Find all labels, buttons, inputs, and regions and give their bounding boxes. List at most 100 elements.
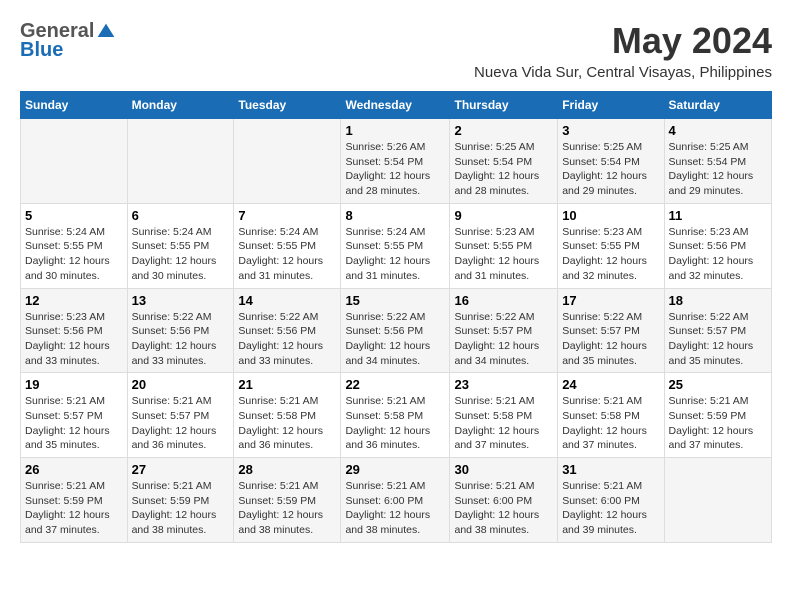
calendar-cell: 12 Sunrise: 5:23 AMSunset: 5:56 PMDayligh… [21, 288, 128, 373]
calendar-cell: 27Sunrise: 5:21 AMSunset: 5:59 PMDayligh… [127, 458, 234, 543]
day-info: Sunrise: 5:21 AMSunset: 5:59 PMDaylight:… [238, 479, 336, 538]
day-number: 11 [669, 208, 767, 223]
calendar-cell: 30 Sunrise: 5:21 AMSunset: 6:00 PMDayligh… [450, 458, 558, 543]
calendar-cell: 5Sunrise: 5:24 AMSunset: 5:55 PMDaylight… [21, 203, 128, 288]
day-info: Sunrise: 5:21 AMSunset: 5:58 PMDaylight:… [238, 394, 336, 453]
calendar-cell: 22 Sunrise: 5:21 AMSunset: 5:58 PMDayligh… [341, 373, 450, 458]
day-number: 1 [345, 123, 445, 138]
calendar-cell: 23Sunrise: 5:21 AMSunset: 5:58 PMDayligh… [450, 373, 558, 458]
day-number: 2 [454, 123, 553, 138]
day-number: 29 [345, 462, 445, 477]
calendar-week-row: 1 Sunrise: 5:26 AMSunset: 5:54 PMDaylight… [21, 119, 772, 204]
day-number: 9 [454, 208, 553, 223]
day-info: Sunrise: 5:22 AMSunset: 5:57 PMDaylight:… [669, 310, 767, 369]
logo-blue: Blue [20, 39, 63, 62]
day-info: Sunrise: 5:21 AMSunset: 6:00 PMDaylight:… [562, 479, 659, 538]
day-info: Sunrise: 5:24 AMSunset: 5:55 PMDaylight:… [345, 225, 445, 284]
calendar-cell: 24Sunrise: 5:21 AMSunset: 5:58 PMDayligh… [558, 373, 664, 458]
calendar-cell: 16 Sunrise: 5:22 AMSunset: 5:57 PMDayligh… [450, 288, 558, 373]
day-info: Sunrise: 5:21 AMSunset: 5:59 PMDaylight:… [669, 394, 767, 453]
calendar-cell [127, 119, 234, 204]
day-number: 14 [238, 293, 336, 308]
day-info: Sunrise: 5:24 AMSunset: 5:55 PMDaylight:… [132, 225, 230, 284]
weekday-header-sunday: Sunday [21, 92, 128, 119]
calendar-cell: 1 Sunrise: 5:26 AMSunset: 5:54 PMDaylight… [341, 119, 450, 204]
day-number: 15 [345, 293, 445, 308]
calendar-cell: 19 Sunrise: 5:21 AMSunset: 5:57 PMDayligh… [21, 373, 128, 458]
day-info: Sunrise: 5:21 AMSunset: 5:58 PMDaylight:… [345, 394, 445, 453]
day-number: 13 [132, 293, 230, 308]
calendar-cell: 7 Sunrise: 5:24 AMSunset: 5:55 PMDaylight… [234, 203, 341, 288]
calendar-cell: 31 Sunrise: 5:21 AMSunset: 6:00 PMDayligh… [558, 458, 664, 543]
calendar-cell: 8 Sunrise: 5:24 AMSunset: 5:55 PMDaylight… [341, 203, 450, 288]
weekday-header-tuesday: Tuesday [234, 92, 341, 119]
calendar-cell: 3 Sunrise: 5:25 AMSunset: 5:54 PMDaylight… [558, 119, 664, 204]
day-info: Sunrise: 5:23 AMSunset: 5:56 PMDaylight:… [25, 310, 123, 369]
day-info: Sunrise: 5:25 AMSunset: 5:54 PMDaylight:… [669, 140, 767, 199]
day-number: 22 [345, 377, 445, 392]
day-info: Sunrise: 5:22 AMSunset: 5:56 PMDaylight:… [345, 310, 445, 369]
day-info: Sunrise: 5:21 AMSunset: 5:58 PMDaylight:… [562, 394, 659, 453]
day-info: Sunrise: 5:23 AMSunset: 5:56 PMDaylight:… [669, 225, 767, 284]
day-number: 7 [238, 208, 336, 223]
day-number: 30 [454, 462, 553, 477]
calendar-week-row: 12 Sunrise: 5:23 AMSunset: 5:56 PMDayligh… [21, 288, 772, 373]
calendar-week-row: 5 Sunrise: 5:24 AMSunset: 5:55 PMDaylight… [21, 203, 772, 288]
day-info: Sunrise: 5:21 AMSunset: 5:58 PMDaylight:… [454, 394, 553, 453]
day-number: 19 [25, 377, 123, 392]
calendar-cell [21, 119, 128, 204]
calendar-cell: 6Sunrise: 5:24 AMSunset: 5:55 PMDaylight… [127, 203, 234, 288]
title-section: May 2024 Nueva Vida Sur, Central Visayas… [474, 20, 772, 81]
day-info: Sunrise: 5:21 AMSunset: 6:00 PMDaylight:… [345, 479, 445, 538]
day-info: Sunrise: 5:21 AMSunset: 5:57 PMDaylight:… [25, 394, 123, 453]
day-info: Sunrise: 5:23 AMSunset: 5:55 PMDaylight:… [454, 225, 553, 284]
day-number: 8 [345, 208, 445, 223]
calendar-cell: 11 Sunrise: 5:23 AMSunset: 5:56 PMDayligh… [664, 203, 771, 288]
day-number: 3 [562, 123, 659, 138]
day-info: Sunrise: 5:26 AMSunset: 5:54 PMDaylight:… [345, 140, 445, 199]
day-info: Sunrise: 5:25 AMSunset: 5:54 PMDaylight:… [454, 140, 553, 199]
calendar-table: SundayMondayTuesdayWednesdayThursdayFrid… [20, 91, 772, 543]
day-number: 4 [669, 123, 767, 138]
calendar-cell: 28Sunrise: 5:21 AMSunset: 5:59 PMDayligh… [234, 458, 341, 543]
weekday-header-wednesday: Wednesday [341, 92, 450, 119]
day-number: 17 [562, 293, 659, 308]
day-number: 31 [562, 462, 659, 477]
calendar-cell: 18 Sunrise: 5:22 AMSunset: 5:57 PMDayligh… [664, 288, 771, 373]
calendar-cell: 10Sunrise: 5:23 AMSunset: 5:55 PMDayligh… [558, 203, 664, 288]
day-info: Sunrise: 5:25 AMSunset: 5:54 PMDaylight:… [562, 140, 659, 199]
calendar-cell: 9 Sunrise: 5:23 AMSunset: 5:55 PMDaylight… [450, 203, 558, 288]
weekday-header-saturday: Saturday [664, 92, 771, 119]
day-info: Sunrise: 5:22 AMSunset: 5:56 PMDaylight:… [238, 310, 336, 369]
calendar-cell: 17Sunrise: 5:22 AMSunset: 5:57 PMDayligh… [558, 288, 664, 373]
weekday-header-monday: Monday [127, 92, 234, 119]
calendar-cell: 14 Sunrise: 5:22 AMSunset: 5:56 PMDayligh… [234, 288, 341, 373]
day-info: Sunrise: 5:24 AMSunset: 5:55 PMDaylight:… [238, 225, 336, 284]
month-year-title: May 2024 [474, 20, 772, 62]
calendar-cell [664, 458, 771, 543]
calendar-cell [234, 119, 341, 204]
calendar-cell: 2 Sunrise: 5:25 AMSunset: 5:54 PMDaylight… [450, 119, 558, 204]
calendar-week-row: 19 Sunrise: 5:21 AMSunset: 5:57 PMDayligh… [21, 373, 772, 458]
calendar-cell: 13Sunrise: 5:22 AMSunset: 5:56 PMDayligh… [127, 288, 234, 373]
day-info: Sunrise: 5:22 AMSunset: 5:57 PMDaylight:… [454, 310, 553, 369]
day-info: Sunrise: 5:21 AMSunset: 5:57 PMDaylight:… [132, 394, 230, 453]
day-number: 27 [132, 462, 230, 477]
calendar-cell: 4 Sunrise: 5:25 AMSunset: 5:54 PMDaylight… [664, 119, 771, 204]
day-number: 12 [25, 293, 123, 308]
calendar-cell: 21 Sunrise: 5:21 AMSunset: 5:58 PMDayligh… [234, 373, 341, 458]
day-info: Sunrise: 5:23 AMSunset: 5:55 PMDaylight:… [562, 225, 659, 284]
day-number: 18 [669, 293, 767, 308]
location-subtitle: Nueva Vida Sur, Central Visayas, Philipp… [474, 64, 772, 81]
calendar-cell: 25Sunrise: 5:21 AMSunset: 5:59 PMDayligh… [664, 373, 771, 458]
calendar-cell: 20 Sunrise: 5:21 AMSunset: 5:57 PMDayligh… [127, 373, 234, 458]
day-info: Sunrise: 5:21 AMSunset: 6:00 PMDaylight:… [454, 479, 553, 538]
calendar-cell: 29 Sunrise: 5:21 AMSunset: 6:00 PMDayligh… [341, 458, 450, 543]
day-info: Sunrise: 5:21 AMSunset: 5:59 PMDaylight:… [25, 479, 123, 538]
page-header: General Blue May 2024 Nueva Vida Sur, Ce… [20, 20, 772, 81]
day-number: 16 [454, 293, 553, 308]
day-number: 21 [238, 377, 336, 392]
day-number: 20 [132, 377, 230, 392]
day-number: 5 [25, 208, 123, 223]
weekday-header-thursday: Thursday [450, 92, 558, 119]
